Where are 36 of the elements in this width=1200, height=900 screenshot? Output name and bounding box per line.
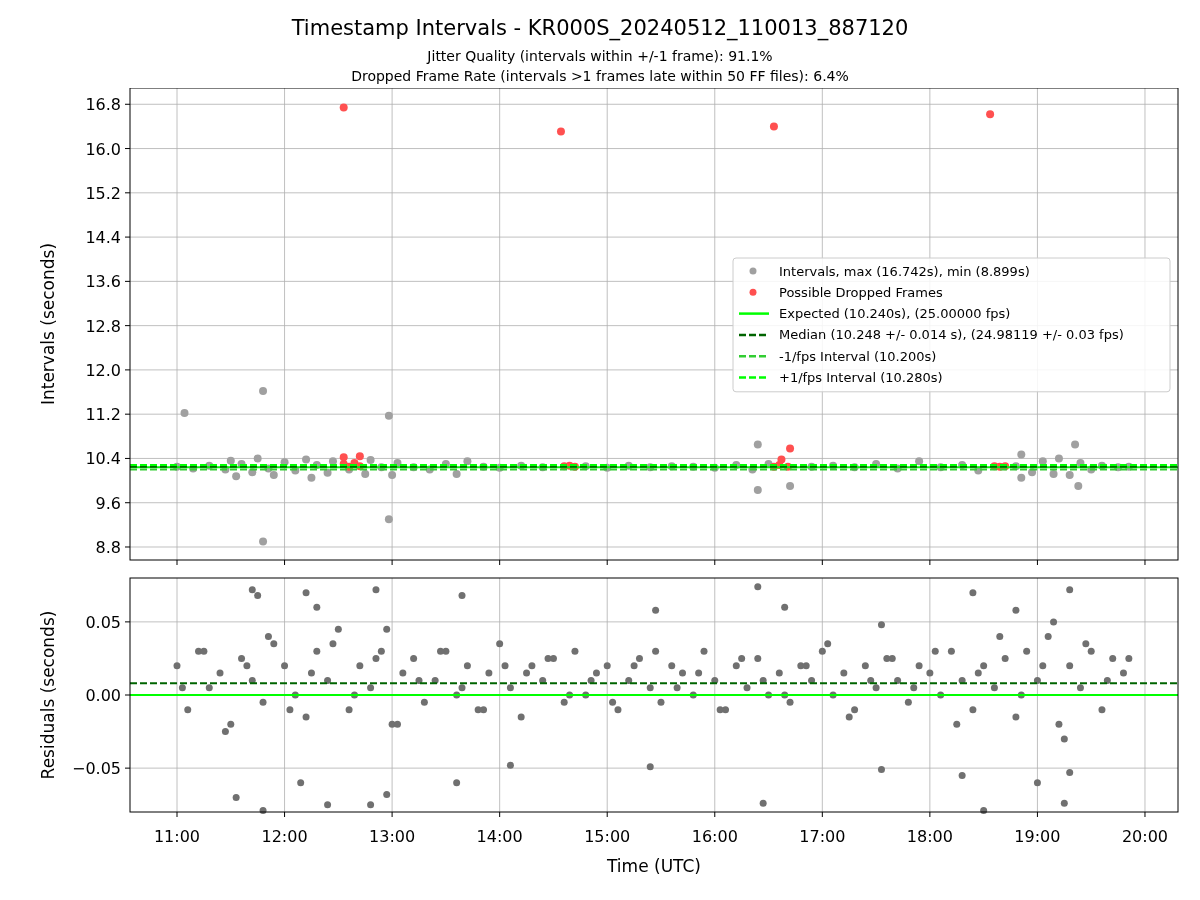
legend-label: Possible Dropped Frames [779, 284, 943, 300]
figure-title: Timestamp Intervals - KR000S_20240512_110013_887120 [291, 15, 909, 42]
tick-label: 12:00 [261, 827, 308, 846]
tick-label: −0.05 [71, 759, 121, 779]
tick-label: 10.4 [85, 449, 121, 469]
axis-label: Time (UTC) [607, 856, 701, 876]
tick-label: 16.0 [85, 139, 121, 159]
tick-label: 14.4 [85, 228, 121, 248]
figure-subtitle: Jitter Quality (intervals within +/-1 frame): 91.1% [427, 47, 773, 66]
tick-label: 0.00 [85, 686, 121, 705]
legend-label: -1/fps Interval (10.200s) [779, 348, 937, 364]
tick-label: 11:00 [153, 827, 201, 846]
tick-label: 16:00 [691, 827, 738, 846]
tick-label: 8.8 [95, 538, 121, 557]
tick-label: 12.0 [85, 360, 121, 380]
tick-label: 14:00 [476, 827, 523, 846]
tick-label: 15.2 [85, 183, 121, 203]
legend-label: Intervals, max (16.742s), min (8.899s) [779, 263, 1030, 279]
legend-label: Expected (10.240s), (25.00000 fps) [779, 306, 1011, 322]
tick-label: 16.8 [85, 95, 121, 115]
tick-label: 9.6 [95, 493, 121, 513]
tick-label: 13:00 [369, 827, 416, 846]
tick-label: 18:00 [906, 827, 953, 846]
figure-subtitle: Dropped Frame Rate (intervals >1 frames late within 50 FF files): 6.4% [351, 67, 849, 86]
tick-label: 12.8 [85, 316, 121, 336]
tick-label: 19:00 [1014, 827, 1061, 846]
tick-label: 17:00 [799, 827, 846, 846]
axis-label: Intervals (seconds) [38, 242, 58, 406]
legend-label: Median (10.248 +/- 0.014 s), (24.98119 +/- 0.03 fps) [779, 327, 1124, 343]
tick-label: 11.2 [85, 405, 121, 425]
axis-label: Residuals (seconds) [38, 610, 58, 780]
tick-label: 0.05 [85, 612, 121, 632]
tick-label: 20:00 [1121, 827, 1169, 846]
tick-label: 13.6 [85, 272, 121, 292]
legend-label: +1/fps Interval (10.280s) [779, 370, 943, 385]
tick-label: 15:00 [584, 827, 631, 846]
